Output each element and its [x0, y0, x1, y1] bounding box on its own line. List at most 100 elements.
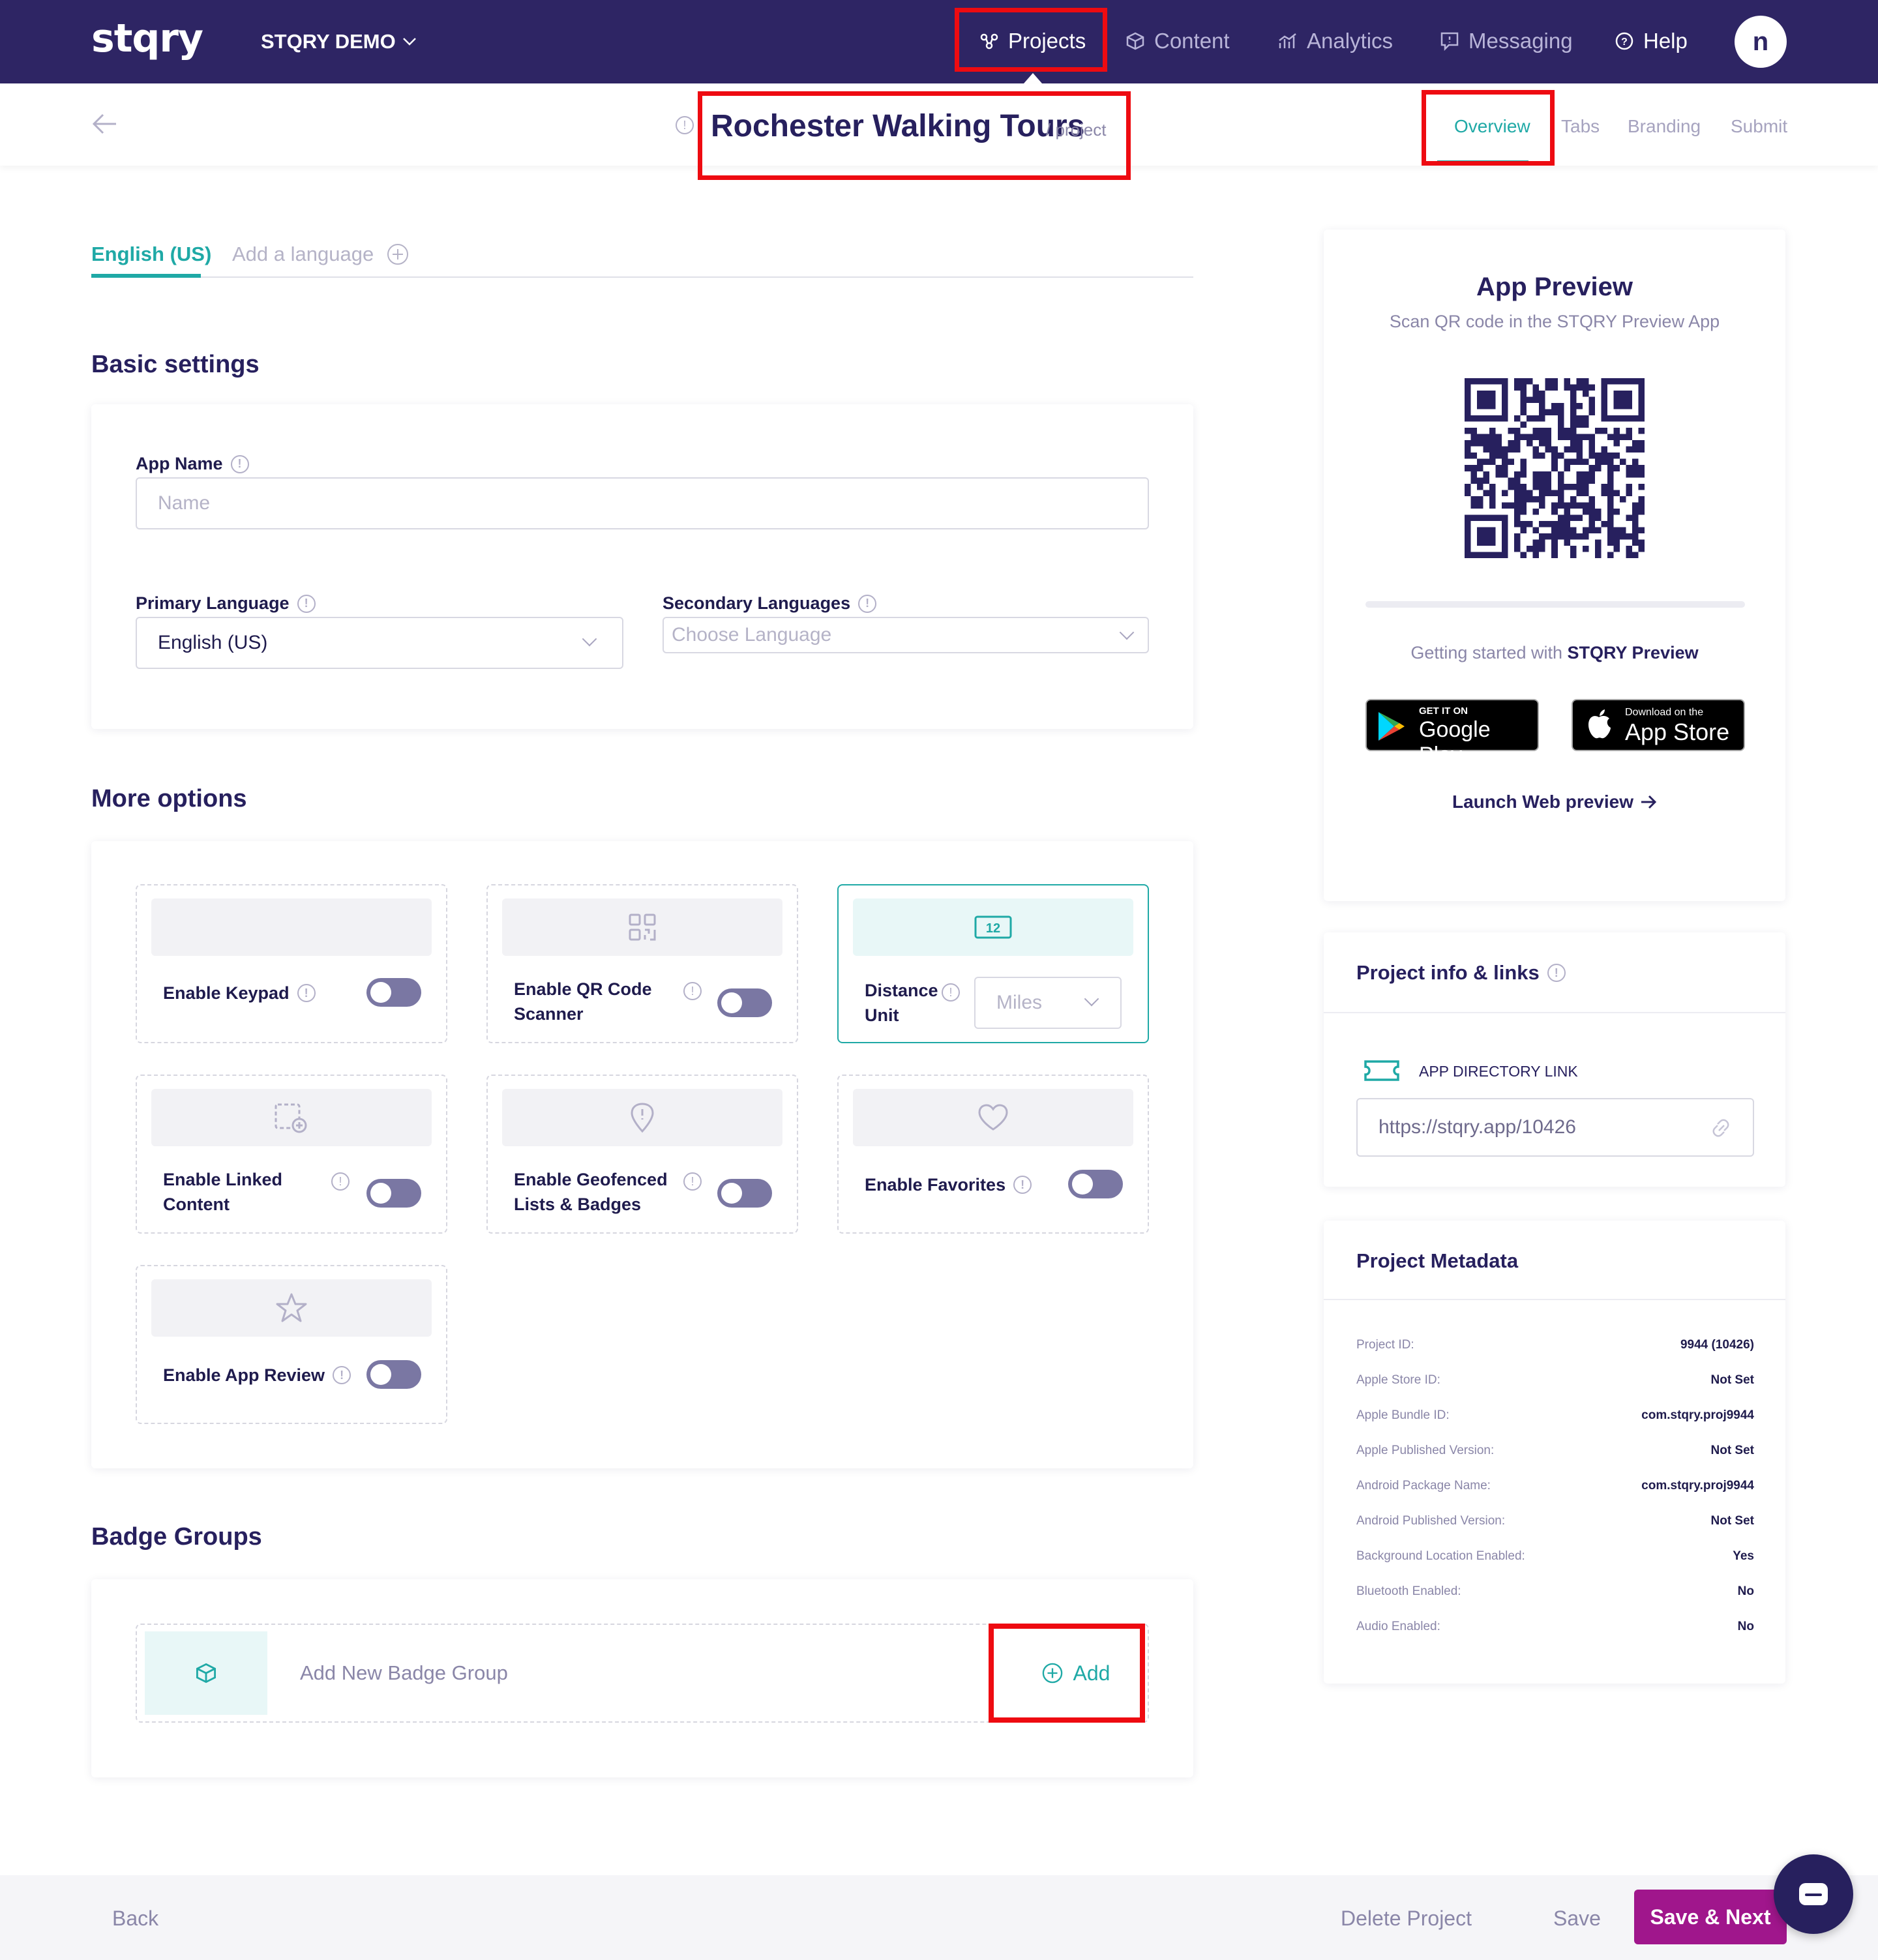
nav-help[interactable]: ? Help	[1615, 29, 1688, 53]
linked-content-icon	[275, 1103, 307, 1133]
keypad-toggle[interactable]	[366, 978, 421, 1007]
distance-unit-select[interactable]: Miles	[974, 977, 1122, 1029]
tile-label-text: Enable Favorites	[865, 1175, 1006, 1195]
cube-icon	[1126, 32, 1144, 50]
active-nav-caret	[1024, 73, 1042, 83]
metadata-row: Apple Store ID: Not Set	[1356, 1373, 1754, 1408]
metadata-value: Not Set	[1710, 1373, 1755, 1387]
app-directory-link-field[interactable]: https://stqry.app/10426	[1356, 1098, 1754, 1157]
launch-web-label: Launch Web preview	[1452, 792, 1633, 812]
chat-icon	[1799, 1883, 1828, 1905]
tile-label-line1: Enable QR Code	[514, 979, 652, 999]
language-tab-english[interactable]: English (US)	[91, 243, 211, 266]
geofenced-toggle[interactable]	[717, 1179, 772, 1208]
stqry-logo[interactable]: stqry	[91, 16, 203, 61]
metadata-label: Apple Store ID:	[1356, 1373, 1440, 1387]
info-icon[interactable]: !	[1547, 964, 1566, 982]
app-store-big: App Store	[1625, 719, 1730, 745]
highlight-add-button	[989, 1624, 1145, 1723]
nav-messaging[interactable]: Messaging	[1440, 29, 1573, 53]
nav-content-label: Content	[1154, 29, 1230, 53]
info-icon[interactable]: !	[297, 984, 316, 1002]
qr-icon	[629, 913, 656, 941]
metadata-row: Apple Bundle ID: com.stqry.proj9944	[1356, 1408, 1754, 1444]
info-icon[interactable]: !	[942, 983, 960, 1002]
save-button[interactable]: Save	[1553, 1907, 1601, 1931]
link-icon[interactable]	[1710, 1118, 1732, 1138]
basic-settings-title: Basic settings	[91, 351, 260, 378]
secondary-languages-label-text: Secondary Languages	[663, 593, 851, 613]
option-tile-qr-scanner: Enable QR Code Scanner !	[486, 884, 798, 1043]
tile-label-line1: Distance	[865, 981, 938, 1000]
google-play-small: GET IT ON	[1419, 705, 1468, 717]
project-info-icon[interactable]: !	[676, 116, 694, 134]
info-icon[interactable]: !	[333, 1366, 351, 1384]
highlight-projects	[955, 8, 1107, 72]
delete-project-button[interactable]: Delete Project	[1341, 1907, 1472, 1931]
info-icon[interactable]: !	[331, 1172, 350, 1191]
info-icon[interactable]: !	[683, 982, 702, 1000]
favorites-toggle[interactable]	[1068, 1170, 1123, 1198]
messaging-icon	[1440, 32, 1459, 51]
tab-tabs[interactable]: Tabs	[1561, 116, 1600, 137]
info-icon[interactable]: !	[230, 454, 249, 473]
org-switcher[interactable]: STQRY DEMO	[261, 30, 417, 53]
svg-text:?: ?	[1621, 37, 1628, 48]
launch-web-preview-link[interactable]: Launch Web preview	[1324, 792, 1785, 812]
primary-language-label-text: Primary Language	[136, 593, 290, 613]
metadata-label: Apple Bundle ID:	[1356, 1408, 1450, 1422]
metadata-value: com.stqry.proj9944	[1641, 1408, 1754, 1422]
metadata-row: Apple Published Version: Not Set	[1356, 1444, 1754, 1479]
more-options-title: More options	[91, 785, 247, 812]
metadata-divider	[1324, 1299, 1785, 1300]
tab-branding[interactable]: Branding	[1628, 116, 1701, 137]
metadata-label: Bluetooth Enabled:	[1356, 1584, 1461, 1598]
primary-language-select[interactable]: English (US)	[136, 617, 623, 669]
tab-submit[interactable]: Submit	[1731, 116, 1787, 137]
app-review-toggle[interactable]	[366, 1360, 421, 1389]
app-name-label-text: App Name	[136, 454, 223, 473]
linked-content-toggle[interactable]	[366, 1179, 421, 1208]
back-button[interactable]: Back	[112, 1907, 158, 1931]
add-language-tab[interactable]: Add a language	[232, 243, 409, 266]
tile-icon-area	[502, 1089, 782, 1146]
add-badge-group-text: Add New Badge Group	[300, 1661, 508, 1684]
save-next-button[interactable]: Save & Next	[1634, 1890, 1787, 1944]
option-tile-keypad: Enable Keypad !	[136, 884, 447, 1043]
tile-label: Enable QR Code Scanner	[514, 977, 652, 1026]
app-name-input[interactable]: Name	[136, 477, 1149, 529]
tile-label: Enable Keypad !	[163, 981, 316, 1005]
metadata-value: Not Set	[1710, 1444, 1755, 1457]
back-arrow-icon[interactable]	[91, 112, 117, 136]
nav-help-label: Help	[1643, 29, 1688, 53]
heart-icon	[978, 1104, 1008, 1131]
google-play-badge[interactable]: GET IT ON Google Play	[1365, 699, 1539, 767]
nav-analytics-label: Analytics	[1307, 29, 1394, 53]
metadata-row: Audio Enabled: No	[1356, 1620, 1754, 1655]
svg-text:12: 12	[986, 921, 1000, 936]
project-info-title-text: Project info & links	[1356, 961, 1540, 984]
info-icon[interactable]: !	[1013, 1176, 1032, 1194]
help-icon: ?	[1615, 32, 1633, 50]
info-icon[interactable]: !	[683, 1172, 702, 1191]
distance-unit-value: Miles	[996, 992, 1043, 1013]
qr-scanner-toggle[interactable]	[717, 988, 772, 1017]
nav-content[interactable]: Content	[1125, 29, 1230, 53]
user-avatar[interactable]: n	[1735, 16, 1787, 68]
app-store-badge[interactable]: Download on the App Store	[1572, 699, 1745, 751]
info-icon[interactable]: !	[858, 594, 877, 613]
option-tile-favorites: Enable Favorites !	[837, 1075, 1149, 1234]
metadata-value: Yes	[1733, 1549, 1754, 1563]
chat-widget-button[interactable]	[1774, 1854, 1853, 1934]
nav-analytics[interactable]: Analytics	[1278, 29, 1393, 53]
nav-messaging-label: Messaging	[1468, 29, 1573, 53]
metadata-value: No	[1737, 1584, 1754, 1598]
tile-label-line2: Lists & Badges	[514, 1195, 642, 1214]
tile-label-line1: Enable Geofenced	[514, 1170, 668, 1189]
app-preview-subtitle: Scan QR code in the STQRY Preview App	[1389, 312, 1720, 331]
secondary-languages-select[interactable]: Choose Language	[663, 617, 1149, 653]
info-icon[interactable]: !	[297, 594, 316, 613]
tile-label: Enable App Review !	[163, 1363, 351, 1388]
ticket-icon	[1364, 1060, 1399, 1081]
app-name-label: App Name !	[136, 454, 249, 474]
